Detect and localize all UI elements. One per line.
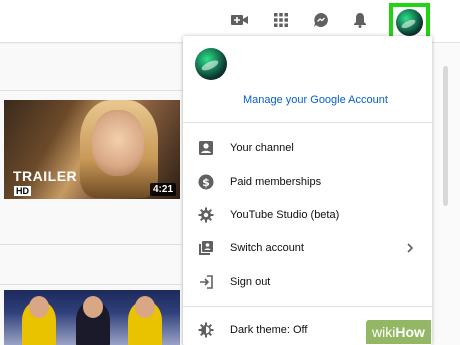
divider xyxy=(0,284,182,285)
menu-item-label: Paid memberships xyxy=(230,176,322,188)
hd-badge: HD xyxy=(14,186,31,196)
thumbnail-image xyxy=(92,110,144,176)
menu-item-label: YouTube Studio (beta) xyxy=(230,209,340,221)
video-thumbnail[interactable] xyxy=(4,290,180,345)
menu-item-label: Switch account xyxy=(230,242,304,254)
dollar-icon: $ xyxy=(197,173,215,191)
menu-item-label: Sign out xyxy=(230,276,271,288)
avatar xyxy=(396,8,423,36)
menu-item-youtube-studio[interactable]: YouTube Studio (beta) xyxy=(183,202,432,228)
account-box-icon xyxy=(197,139,215,157)
svg-text:$: $ xyxy=(202,176,210,189)
menu-item-switch-account[interactable]: Switch account xyxy=(183,235,432,261)
scrollbar-thumb[interactable] xyxy=(443,66,448,206)
menu-divider xyxy=(183,306,432,307)
menu-divider xyxy=(183,122,432,123)
menu-item-label: Dark theme: Off xyxy=(230,324,308,336)
account-menu: Manage your Google Account Your channel … xyxy=(183,36,432,345)
chevron-right-icon xyxy=(403,241,417,255)
menu-item-sign-out[interactable]: Sign out xyxy=(183,269,432,295)
video-duration: 4:21 xyxy=(149,183,176,196)
sign-out-icon xyxy=(197,273,215,291)
menu-item-your-channel[interactable]: Your channel xyxy=(183,135,432,161)
apps-icon[interactable] xyxy=(271,10,291,30)
menu-item-label: Your channel xyxy=(230,142,294,154)
wikihow-watermark: wiki How xyxy=(366,320,431,344)
thumbnail-image xyxy=(83,296,103,318)
messages-icon[interactable] xyxy=(311,10,331,30)
dark-theme-icon xyxy=(197,321,215,339)
divider xyxy=(0,90,182,91)
menu-item-paid-memberships[interactable]: $ Paid memberships xyxy=(183,169,432,195)
thumbnail-image xyxy=(135,296,155,318)
notifications-icon[interactable] xyxy=(350,10,370,30)
thumbnail-image xyxy=(29,296,49,318)
menu-avatar xyxy=(195,48,227,80)
manage-account-link[interactable]: Manage your Google Account xyxy=(183,94,432,106)
video-thumbnail[interactable]: TRAILER HD 4:21 xyxy=(4,100,180,199)
watermark-text: How xyxy=(395,324,425,340)
divider xyxy=(0,244,182,245)
switch-account-icon xyxy=(197,239,215,257)
create-video-icon[interactable] xyxy=(230,10,250,30)
watermark-text: wiki xyxy=(372,324,396,340)
gear-icon xyxy=(197,206,215,224)
thumbnail-title-overlay: TRAILER xyxy=(13,168,78,184)
